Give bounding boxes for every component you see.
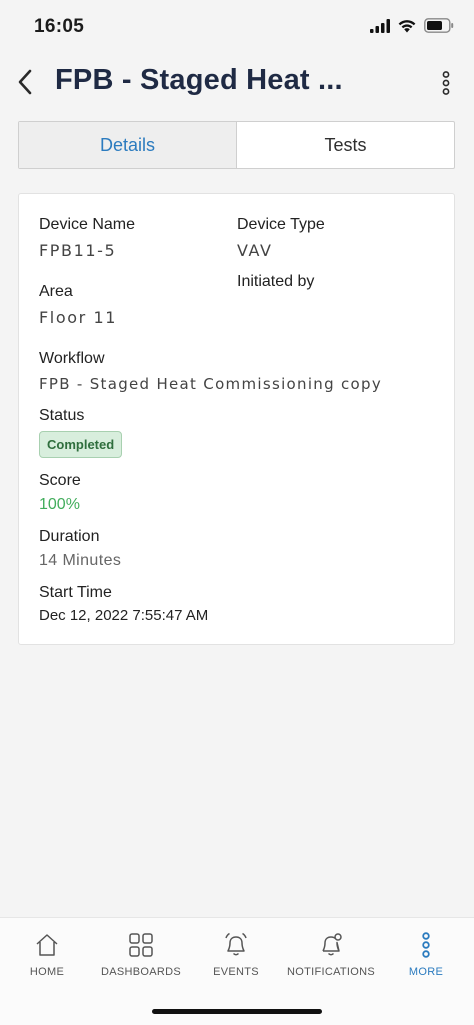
nav-dashboards[interactable]: DASHBOARDS — [94, 930, 188, 978]
signal-icon — [370, 18, 390, 33]
battery-icon — [424, 18, 454, 33]
nav-notifications-label: NOTIFICATIONS — [286, 966, 376, 978]
score-value: 100% — [39, 496, 80, 513]
duration-value: 14 Minutes — [39, 552, 122, 569]
nav-home-label: HOME — [29, 966, 65, 978]
home-indicator[interactable] — [152, 1009, 322, 1014]
score-label: Score — [39, 472, 81, 489]
tab-bar: Details Tests — [18, 121, 455, 169]
more-options-button[interactable] — [436, 68, 456, 98]
nav-events[interactable]: EVENTS — [189, 930, 283, 978]
bell-icon — [225, 932, 247, 956]
back-button[interactable] — [10, 64, 40, 100]
nav-events-label: EVENTS — [213, 966, 259, 978]
status-bar: 16:05 — [0, 0, 474, 52]
device-name-label: Device Name — [39, 216, 136, 233]
nav-dashboards-label: DASHBOARDS — [100, 966, 182, 978]
device-name-value: FPB11-5 — [39, 241, 117, 260]
device-type-label: Device Type — [237, 216, 325, 233]
area-label: Area — [39, 283, 73, 300]
details-card: Device Name FPB11-5 Device Type VAV Init… — [18, 193, 455, 645]
initiated-by-label: Initiated by — [237, 273, 315, 290]
page-title: FPB - Staged Heat ... — [55, 64, 343, 96]
nav-more[interactable]: MORE — [379, 930, 473, 978]
status-icons — [370, 18, 454, 33]
workflow-label: Workflow — [39, 350, 105, 367]
status-time: 16:05 — [34, 16, 85, 37]
start-time-value: Dec 12, 2022 7:55:47 AM — [39, 607, 209, 624]
notification-bell-icon — [322, 933, 342, 956]
status-badge: Completed — [39, 431, 123, 458]
tab-tests[interactable]: Tests — [237, 122, 454, 168]
nav-more-label: MORE — [408, 966, 444, 978]
device-type-value: VAV — [237, 241, 273, 260]
app-header: FPB - Staged Heat ... — [0, 52, 474, 112]
wifi-icon — [398, 20, 416, 33]
test-details-screen: 16:05 FPB - Staged Heat ... Details Test… — [0, 0, 474, 1025]
workflow-value: FPB - Staged Heat Commissioning copy — [39, 375, 383, 393]
area-value: Floor 11 — [39, 308, 118, 327]
dashboard-icon — [129, 933, 153, 957]
status-label: Status — [39, 407, 85, 424]
start-time-label: Start Time — [39, 584, 112, 601]
tab-details[interactable]: Details — [19, 122, 237, 168]
nav-notifications[interactable]: NOTIFICATIONS — [284, 930, 378, 978]
nav-home[interactable]: HOME — [0, 930, 94, 978]
chevron-left-icon — [18, 69, 32, 95]
duration-label: Duration — [39, 528, 100, 545]
kebab-menu-icon — [442, 71, 450, 95]
more-vertical-icon — [422, 932, 430, 958]
home-icon — [36, 934, 58, 956]
